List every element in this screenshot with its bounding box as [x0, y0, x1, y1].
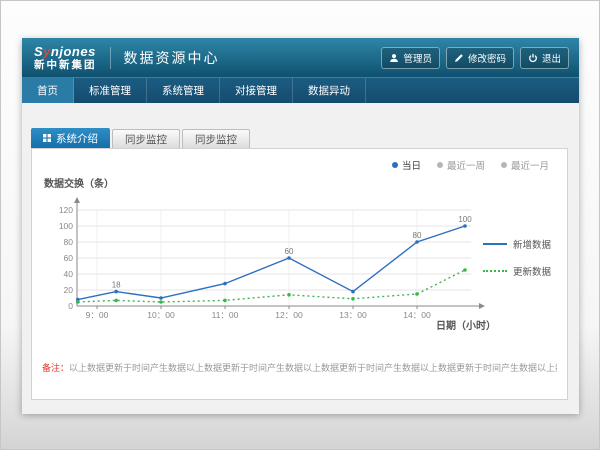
- tab-label: 系统介绍: [56, 131, 98, 146]
- legend-last-month-label: 最近一月: [511, 158, 549, 172]
- nav-label: 标准管理: [89, 83, 131, 98]
- footnote-text: 以上数据更新于时间产生数据以上数据更新于时间产生数据以上数据更新于时间产生数据以…: [69, 363, 557, 373]
- dot-icon: [501, 162, 507, 168]
- tab-label: 同步监控: [125, 132, 167, 147]
- nav-label: 对接管理: [235, 83, 277, 98]
- tab-sync-monitor-1[interactable]: 同步监控: [112, 129, 180, 148]
- svg-text:11：00: 11：00: [212, 310, 239, 320]
- brand-name-start: S: [34, 44, 43, 59]
- y-axis-title: 数据交换（条）: [44, 175, 114, 190]
- series-legend: 新增数据 更新数据: [483, 237, 551, 291]
- edit-icon: [454, 53, 464, 63]
- dot-icon: [392, 162, 398, 168]
- svg-text:13：00: 13：00: [339, 310, 367, 320]
- main-nav: 首页 标准管理 系统管理 对接管理 数据异动: [22, 77, 579, 103]
- brand-name: Synjones: [34, 45, 97, 58]
- period-filter: 当日 最近一周 最近一月: [392, 158, 549, 172]
- nav-item-connect-mgmt[interactable]: 对接管理: [220, 78, 293, 103]
- nav-label: 数据异动: [308, 83, 350, 98]
- svg-text:120: 120: [59, 205, 73, 215]
- svg-text:20: 20: [64, 285, 74, 295]
- change-password-button[interactable]: 修改密码: [446, 47, 514, 69]
- svg-text:9：00: 9：00: [86, 310, 109, 320]
- footnote: 备注：以上数据更新于时间产生数据以上数据更新于时间产生数据以上数据更新于时间产生…: [42, 361, 557, 374]
- nav-item-system-mgmt[interactable]: 系统管理: [147, 78, 220, 103]
- legend-last-week-label: 最近一周: [447, 158, 485, 172]
- brand-subtitle: 新中新集团: [34, 60, 97, 71]
- nav-item-home[interactable]: 首页: [22, 78, 74, 103]
- nav-item-standard-mgmt[interactable]: 标准管理: [74, 78, 147, 103]
- nav-label: 系统管理: [162, 83, 204, 98]
- legend-label: 更新数据: [513, 264, 551, 278]
- brand-mark: y: [43, 44, 51, 59]
- svg-text:0: 0: [68, 301, 73, 311]
- svg-text:100: 100: [59, 221, 73, 231]
- nav-item-data-change[interactable]: 数据异动: [293, 78, 366, 103]
- change-password-label: 修改密码: [468, 51, 506, 65]
- svg-text:80: 80: [64, 237, 74, 247]
- admin-user-label: 管理员: [403, 51, 432, 65]
- svg-text:100: 100: [458, 215, 472, 224]
- svg-text:18: 18: [112, 281, 121, 290]
- tab-sync-monitor-2[interactable]: 同步监控: [182, 129, 250, 148]
- svg-text:60: 60: [285, 247, 294, 256]
- power-icon: [528, 53, 538, 63]
- legend-today-label: 当日: [402, 158, 421, 172]
- brand-logo: Synjones 新中新集团: [34, 45, 97, 71]
- app-header: Synjones 新中新集团 数据资源中心 管理员 修改密码: [22, 38, 579, 77]
- legend-line-sample: [483, 243, 507, 245]
- svg-text:10：00: 10：00: [147, 310, 175, 320]
- x-axis-title: 日期（小时）: [436, 317, 496, 332]
- content-area: 系统介绍 同步监控 同步监控 当日 最近一周 最近一月 数据交换（条） 0 20 4…: [22, 103, 579, 414]
- grid-icon: [43, 134, 51, 142]
- admin-user-button[interactable]: 管理员: [381, 47, 440, 69]
- header-divider: [110, 47, 111, 69]
- legend-item-updated-data: 更新数据: [483, 264, 551, 278]
- svg-text:60: 60: [64, 253, 74, 263]
- tab-bar: 系统介绍 同步监控 同步监控: [31, 128, 250, 148]
- svg-text:80: 80: [413, 231, 422, 240]
- svg-text:14：00: 14：00: [403, 310, 431, 320]
- logout-button[interactable]: 退出: [520, 47, 569, 69]
- tab-system-intro[interactable]: 系统介绍: [31, 128, 110, 148]
- legend-today[interactable]: 当日: [392, 158, 421, 172]
- brand-name-end: njones: [51, 44, 96, 59]
- legend-line-sample: [483, 270, 507, 272]
- page: { "header": { "logo": {"part1": "S", "ma…: [0, 0, 600, 450]
- user-icon: [389, 53, 399, 63]
- nav-label: 首页: [37, 83, 58, 98]
- dot-icon: [437, 162, 443, 168]
- legend-item-new-data: 新增数据: [483, 237, 551, 251]
- legend-last-month[interactable]: 最近一月: [501, 158, 549, 172]
- svg-text:12：00: 12：00: [275, 310, 303, 320]
- logout-label: 退出: [542, 51, 561, 65]
- chart-card: 当日 最近一周 最近一月 数据交换（条） 0 20 40 60 80 100 120 9：00…: [31, 148, 568, 400]
- header-actions: 管理员 修改密码 退出: [381, 47, 569, 69]
- legend-last-week[interactable]: 最近一周: [437, 158, 485, 172]
- app-window: Synjones 新中新集团 数据资源中心 管理员 修改密码: [22, 38, 579, 413]
- tab-label: 同步监控: [195, 132, 237, 147]
- svg-text:40: 40: [64, 269, 74, 279]
- footnote-prefix: 备注：: [42, 363, 69, 373]
- line-chart: 0 20 40 60 80 100 120 9：00 10：00 11：00 12：00 13：00 1…: [46, 195, 502, 335]
- app-title: 数据资源中心: [124, 48, 220, 68]
- legend-label: 新增数据: [513, 237, 551, 251]
